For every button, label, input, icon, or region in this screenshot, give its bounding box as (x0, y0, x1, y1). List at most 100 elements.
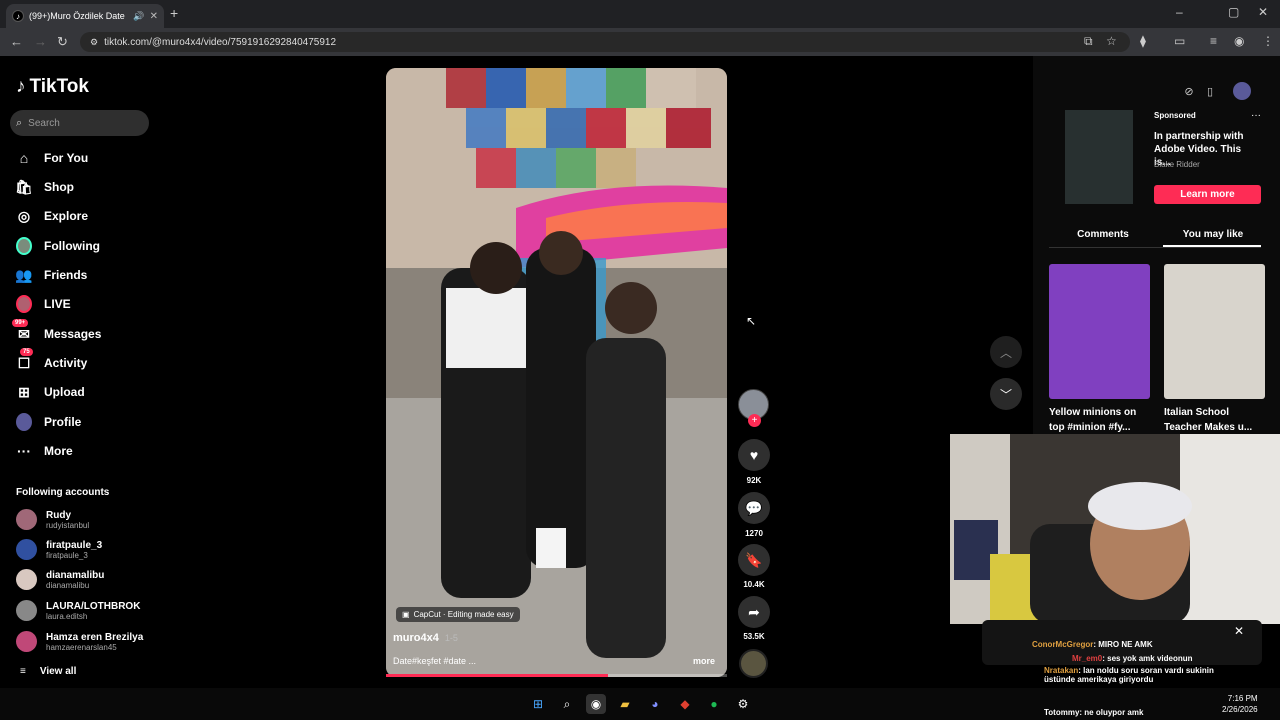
user-avatar[interactable] (1233, 82, 1251, 100)
view-all-link[interactable]: ≡ View all (20, 666, 76, 677)
author-name: muro4x4 (393, 632, 439, 644)
suggestion-thumbnail[interactable] (1049, 264, 1150, 399)
ad-thumbnail[interactable] (1065, 110, 1133, 204)
video-progress-bar[interactable] (386, 674, 727, 677)
chevron-down-icon: ﹀ (999, 387, 1012, 402)
follow-plus-icon[interactable]: + (748, 414, 761, 427)
nav-profile[interactable]: Profile (16, 412, 81, 432)
music-disc-icon[interactable] (739, 649, 768, 678)
nav-live[interactable]: LIVE (16, 294, 71, 314)
compass-icon[interactable]: ⊘ (1180, 82, 1198, 100)
video-player[interactable] (386, 68, 727, 677)
forward-button[interactable]: → (34, 34, 47, 49)
tab-comments[interactable]: Comments (1050, 229, 1156, 240)
nav-following[interactable]: Following (16, 236, 100, 256)
app-icon[interactable]: ◆ (675, 694, 695, 714)
messages-badge: 99+ (12, 319, 29, 327)
site-info-icon[interactable]: ⚙ (90, 37, 98, 48)
comment-button[interactable]: 💬 (738, 492, 770, 524)
close-window-button[interactable]: ✕ (1258, 5, 1268, 19)
bookmark-star-icon[interactable]: ☆ (1106, 34, 1117, 48)
nav-activity[interactable]: ☐ 75 Activity (16, 348, 88, 373)
suggestion-title[interactable]: Yellow minions on top #minion #fy... (1049, 405, 1147, 435)
media-controls-icon[interactable]: ≡ (1210, 34, 1217, 48)
previous-video-button[interactable]: ︿ (990, 336, 1022, 368)
compass-icon: ◎ (17, 207, 31, 224)
minimize-button[interactable]: – (1176, 5, 1183, 19)
account-item[interactable]: LAURA/LOTHBROK laura.editsh (16, 600, 140, 621)
spotify-icon[interactable]: ● (704, 694, 724, 714)
account-item[interactable]: Hamza eren Brezilya hamzaerenarslan45 (16, 631, 143, 652)
nav-more[interactable]: ··· More (16, 441, 73, 461)
profile-avatar-icon[interactable]: ◉ (1234, 34, 1244, 48)
search-icon[interactable]: ⌕ (557, 694, 577, 714)
browser-tab[interactable]: ♪ (99+)Muro Özdilek Date İd 🔊 ✕ (6, 4, 164, 28)
extensions-icon[interactable]: ⧫ (1140, 34, 1146, 48)
ad-menu-icon[interactable]: ··· (1251, 110, 1261, 121)
nav-label: Activity (44, 356, 88, 370)
tiktok-logo[interactable]: ♪ TikTok (16, 76, 89, 98)
chat-user: ConorMcGregor (1032, 640, 1094, 649)
close-tab-icon[interactable]: ✕ (150, 11, 158, 22)
account-item[interactable]: firatpaule_3 firatpaule_3 (16, 539, 102, 560)
install-app-icon[interactable]: ⧉ (1084, 34, 1093, 49)
taskbar-clock[interactable]: 7:16 PM 2/26/2026 (1222, 693, 1258, 715)
comment-count: 1270 (745, 529, 763, 538)
learn-more-button[interactable]: Learn more (1154, 185, 1261, 204)
reading-mode-icon[interactable]: ▭ (1174, 34, 1185, 48)
mobile-icon[interactable]: ▯ (1201, 82, 1219, 100)
start-icon[interactable]: ⊞ (528, 694, 548, 714)
chat-line: Nratakan: lan noldu soru soran vardı suk… (1044, 666, 1214, 675)
close-icon[interactable]: ✕ (1234, 624, 1244, 638)
nav-shop[interactable]: 🛍 Shop (15, 177, 74, 197)
like-button[interactable]: ♥ (738, 439, 770, 471)
maximize-button[interactable]: ▢ (1228, 5, 1239, 19)
nav-label: Explore (44, 209, 89, 223)
next-video-button[interactable]: ﹀ (990, 378, 1022, 410)
nav-label: Following (44, 239, 100, 253)
file-explorer-icon[interactable]: ▰ (615, 694, 635, 714)
clock-date: 2/26/2026 (1222, 705, 1258, 714)
steam-icon[interactable]: ⚙ (733, 694, 753, 714)
nav-label: Profile (44, 415, 82, 429)
back-button[interactable]: ← (10, 34, 23, 49)
video-author[interactable]: muro4x4 1-5 (393, 632, 458, 644)
account-handle: hamzaerenarslan45 (46, 642, 117, 652)
view-all-label: View all (39, 666, 77, 677)
nav-friends[interactable]: 👥 Friends (15, 265, 87, 285)
avatar (16, 509, 37, 530)
discord-icon[interactable]: ◕ (645, 694, 665, 714)
save-button[interactable]: 🔖 (738, 544, 770, 576)
search-icon: ⌕ (16, 116, 23, 129)
nav-for-you[interactable]: ⌂ For You (16, 148, 88, 168)
chat-user: Totommy (1044, 708, 1080, 717)
nav-upload[interactable]: ⊞ Upload (16, 382, 85, 402)
capcut-icon: ▣ (402, 610, 410, 619)
account-item[interactable]: Rudy rudyistanbul (16, 509, 89, 530)
browser-menu-icon[interactable]: ⋮ (1262, 34, 1274, 48)
capcut-badge[interactable]: ▣ CapCut · Editing made easy (396, 607, 520, 622)
suggestion-thumbnail[interactable] (1164, 264, 1265, 399)
account-name: Hamza eren Brezilya (46, 631, 144, 643)
suggestion-title[interactable]: Italian School Teacher Makes u... (1164, 405, 1262, 435)
caption-more-button[interactable]: more (693, 656, 715, 666)
share-button[interactable]: ➦ (738, 596, 770, 628)
chat-message: üstünde amerikaya giriyordu (1044, 675, 1154, 684)
search-input[interactable]: ⌕ Search (10, 110, 149, 136)
share-arrow-icon: ➦ (748, 603, 760, 620)
chat-message: : ne oluypor amk (1079, 708, 1144, 717)
video-frame (386, 68, 727, 677)
nav-messages[interactable]: ✉ 99+ Messages (12, 319, 101, 344)
new-tab-button[interactable]: + (170, 5, 178, 21)
chrome-icon[interactable]: ◉ (586, 694, 606, 714)
speaker-icon[interactable]: 🔊 (133, 11, 144, 22)
reload-button[interactable]: ↻ (57, 34, 68, 50)
logo-text: TikTok (29, 76, 89, 97)
nav-explore[interactable]: ◎ Explore (16, 206, 88, 226)
address-bar[interactable]: ⚙ tiktok.com/@muro4x4/video/759191629284… (80, 32, 1130, 52)
account-item[interactable]: dianamalibu dianamalibu (16, 569, 104, 590)
chat-feed: Nratakan: lan noldu soru soran vardı suk… (1044, 666, 1214, 684)
chat-user: Nratakan (1044, 666, 1079, 675)
tab-you-may-like[interactable]: You may like (1160, 229, 1266, 240)
active-tab-underline (1163, 245, 1261, 247)
